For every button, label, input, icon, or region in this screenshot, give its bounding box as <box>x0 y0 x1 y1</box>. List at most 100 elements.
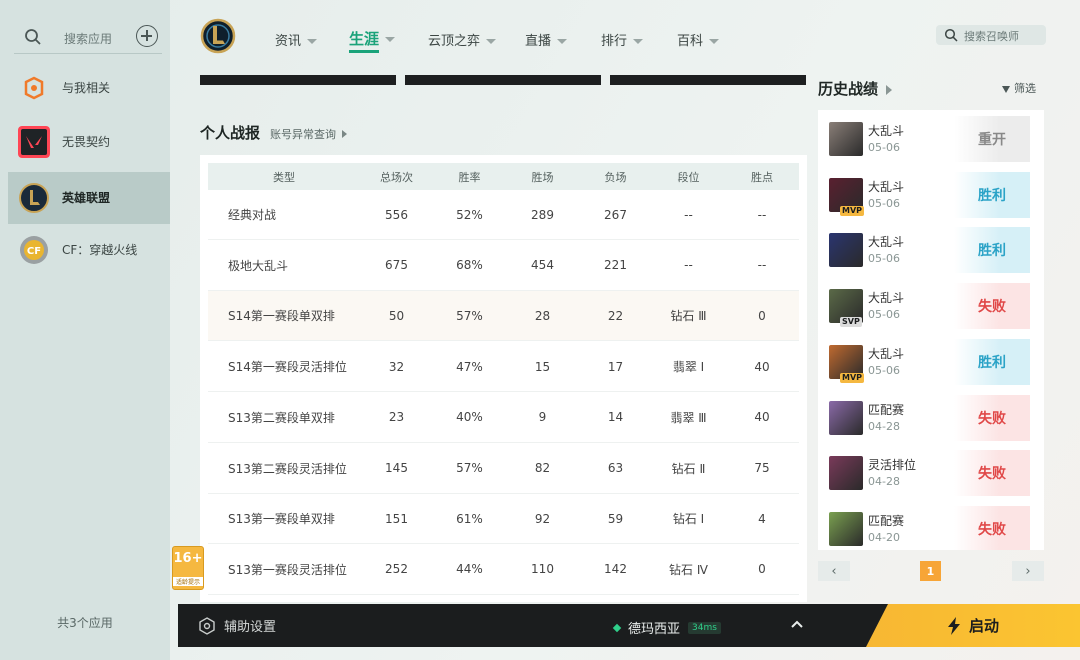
cell-wins: 289 <box>531 207 554 222</box>
match-date: 05-06 <box>868 252 900 266</box>
app-count: 共3个应用 <box>57 616 113 630</box>
match-date: 05-06 <box>868 196 900 210</box>
history-section-title[interactable]: 历史战绩 <box>818 78 893 99</box>
lightning-icon <box>947 616 960 635</box>
match-history-item[interactable]: 匹配赛 04-20 失败 <box>818 500 1044 550</box>
nav-tab-label: 云顶之弈 <box>428 34 481 49</box>
cell-winrate: 68% <box>456 258 483 273</box>
table-row: S13第一赛段单双排 151 61% 92 59 钻石 Ⅰ 4 <box>208 494 799 545</box>
age-rating-label: 适龄提示 <box>173 577 203 586</box>
cell-total: 23 <box>388 410 405 425</box>
app-item-valorant[interactable]: 无畏契约 <box>8 116 170 168</box>
header-cell-wins: 胜场 <box>531 170 554 184</box>
table-row: 经典对战 556 52% 289 267 -- -- <box>208 190 799 240</box>
cell-lp: 0 <box>758 562 766 577</box>
nav-tab-ranking[interactable]: 排行 <box>601 30 644 49</box>
app-search-bar[interactable]: 搜索应用 <box>14 22 162 54</box>
cell-total: 145 <box>385 461 408 475</box>
chevron-up-icon[interactable] <box>790 617 804 631</box>
filter-label: 筛选 <box>1014 82 1036 95</box>
match-result: 失败 <box>954 283 1030 330</box>
cf-icon: CF <box>20 236 48 264</box>
cell-winrate: 44% <box>456 562 483 577</box>
filter-button[interactable]: 筛选 <box>1002 80 1036 96</box>
lol-logo-icon[interactable] <box>200 18 236 54</box>
cell-tier: 翡翠 Ⅲ <box>670 410 707 425</box>
match-history-item[interactable]: 匹配赛 04-28 失败 <box>818 389 1044 445</box>
match-result: 失败 <box>954 450 1030 497</box>
related-icon <box>24 76 44 100</box>
cell-tier: 钻石 Ⅱ <box>671 461 706 476</box>
banner-card[interactable] <box>610 75 806 85</box>
cell-wins: 9 <box>538 410 547 425</box>
cell-tier: -- <box>684 207 693 222</box>
record-table: 类型 总场次 胜率 胜场 负场 段位 胜点 经典对战 556 52% 289 267 --… <box>200 155 807 602</box>
match-date: 04-28 <box>868 419 900 433</box>
nav-tab-label: 百科 <box>677 34 704 49</box>
banner-card[interactable] <box>405 75 601 85</box>
match-history-item[interactable]: MVP 大乱斗 05-06 胜利 <box>818 166 1044 222</box>
chevron-right-icon <box>886 84 893 95</box>
mvp-badge: MVP <box>840 372 865 383</box>
cell-wins: 454 <box>531 258 554 273</box>
app-item-lol[interactable]: 英雄联盟 <box>8 172 170 224</box>
cell-losses: 59 <box>607 511 624 526</box>
match-history-item[interactable]: MVP 大乱斗 05-06 胜利 <box>818 333 1044 389</box>
nav-tab-tft[interactable]: 云顶之弈 <box>428 30 497 49</box>
cell-losses: 17 <box>607 359 624 374</box>
match-history-item[interactable]: 大乱斗 05-06 重开 <box>818 110 1044 166</box>
cell-type: S13第二赛段单双排 <box>228 410 335 425</box>
table-row: S13第二赛段灵活排位 145 57% 82 63 钻石 Ⅱ 75 <box>208 444 799 494</box>
cell-lp: -- <box>757 258 767 273</box>
cell-type: S14第一赛段灵活排位 <box>228 360 347 375</box>
helper-settings-button[interactable]: 辅助设置 <box>198 616 276 635</box>
table-row: 极地大乱斗 675 68% 454 221 -- -- <box>208 241 799 291</box>
launch-game-button[interactable]: 启动 <box>866 604 1080 647</box>
match-history-item[interactable]: 灵活排位 04-28 失败 <box>818 444 1044 500</box>
nav-tab-live[interactable]: 直播 <box>525 30 568 49</box>
app-item-related[interactable]: 与我相关 <box>8 62 170 114</box>
next-page-button[interactable]: › <box>1012 561 1044 581</box>
age-rating-number: 16+ <box>173 551 203 566</box>
match-history-item[interactable]: SVP 大乱斗 05-06 失败 <box>818 277 1044 333</box>
prev-page-button[interactable]: ‹ <box>818 561 850 581</box>
cell-type: S13第一赛段单双排 <box>228 512 335 527</box>
cell-tier: -- <box>684 258 693 273</box>
bottom-bar: 辅助设置 德玛西亚 34ms 启动 <box>178 604 1080 647</box>
cell-type: S14第一赛段单双排 <box>228 309 335 324</box>
match-history-list: 大乱斗 05-06 重开 MVP 大乱斗 05-06 胜利 大乱斗 05-06 胜利 SVP 大乱斗 0… <box>818 110 1044 550</box>
app-item-label: 无畏契约 <box>62 135 111 149</box>
nav-tab-label: 生涯 <box>349 30 380 48</box>
cell-total: 50 <box>388 308 405 323</box>
match-result: 失败 <box>954 505 1030 550</box>
match-mode: 大乱斗 <box>868 235 905 250</box>
record-section-title: 个人战报 <box>200 124 261 142</box>
nav-tab-wiki[interactable]: 百科 <box>677 30 720 49</box>
table-row: S13第二赛段单双排 23 40% 9 14 翡翠 Ⅲ 40 <box>208 393 799 443</box>
app-item-cf[interactable]: CF CF：穿越火线 <box>8 224 170 276</box>
cell-tier: 翡翠 Ⅰ <box>672 360 705 375</box>
launch-label: 启动 <box>968 617 999 635</box>
nav-tab-career[interactable]: 生涯 <box>349 28 396 53</box>
search-icon <box>25 29 41 45</box>
cell-lp: 40 <box>754 359 770 374</box>
cell-losses: 63 <box>607 461 624 475</box>
nav-tab-news[interactable]: 资讯 <box>275 30 318 49</box>
account-abnormal-link[interactable]: 账号异常查询 <box>270 126 347 142</box>
cell-losses: 22 <box>607 308 624 323</box>
add-app-icon[interactable] <box>136 25 158 47</box>
table-row: S14第一赛段单双排 50 57% 28 22 钻石 Ⅲ 0 <box>208 291 799 342</box>
match-mode: 匹配赛 <box>868 513 905 528</box>
current-page[interactable]: 1 <box>920 561 941 581</box>
server-selector[interactable]: 德玛西亚 34ms <box>612 618 721 637</box>
summoner-search-input[interactable]: 搜索召唤师 <box>936 25 1046 45</box>
cell-lp: 40 <box>754 410 770 425</box>
nav-tab-label: 直播 <box>525 34 552 49</box>
match-history-item[interactable]: 大乱斗 05-06 胜利 <box>818 221 1044 277</box>
match-mode: 大乱斗 <box>868 179 905 194</box>
cell-wins: 28 <box>534 308 551 323</box>
cell-type: 极地大乱斗 <box>228 258 289 273</box>
banner-card[interactable] <box>200 75 396 85</box>
cell-losses: 14 <box>607 410 624 425</box>
cell-winrate: 47% <box>456 359 483 374</box>
